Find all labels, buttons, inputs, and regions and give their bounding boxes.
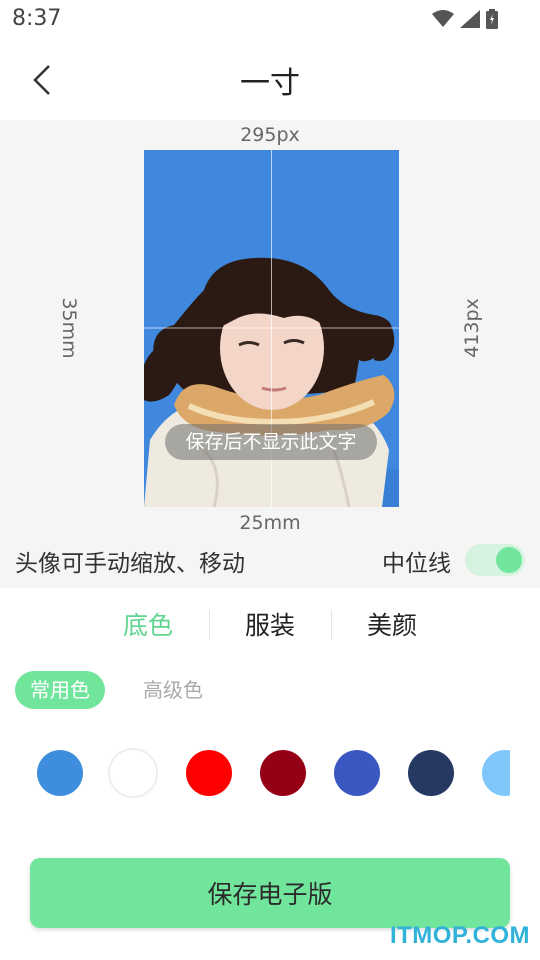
signal-icon [460, 10, 480, 28]
common-colors-tab[interactable]: 常用色 [15, 671, 105, 709]
advanced-colors-tab[interactable]: 高级色 [128, 671, 218, 709]
color-swatch[interactable] [260, 750, 306, 796]
height-mm-label: 35mm [58, 297, 80, 359]
width-px-label: 295px [240, 124, 300, 146]
status-time: 8:37 [12, 6, 62, 31]
tab-clothing[interactable]: 服装 [210, 606, 330, 642]
color-swatch[interactable] [482, 750, 510, 796]
toggle-knob [496, 547, 522, 573]
color-swatch[interactable] [408, 750, 454, 796]
battery-icon [486, 9, 498, 29]
tab-background-color[interactable]: 底色 [88, 606, 208, 642]
color-swatch[interactable] [334, 750, 380, 796]
photo-preview-area: 295px 35mm 413px 保存后不显示此文字 25mm 头像可手动缩放、… [0, 120, 540, 588]
width-mm-label: 25mm [239, 512, 301, 534]
brand-watermark: ITMOP.COM [389, 922, 530, 949]
save-electronic-button[interactable]: 保存电子版 [30, 858, 510, 928]
midline-label: 中位线 [382, 551, 451, 577]
color-swatch[interactable] [186, 750, 232, 796]
preview-controls-row: 头像可手动缩放、移动 中位线 [0, 540, 540, 584]
app-bar: 一寸 [0, 40, 540, 120]
status-icons [432, 9, 498, 29]
color-swatch-list [0, 746, 510, 800]
height-px-label: 413px [461, 298, 483, 358]
tab-beauty[interactable]: 美颜 [332, 606, 452, 642]
color-swatch[interactable] [108, 748, 158, 798]
zoom-move-hint: 头像可手动缩放、移动 [15, 551, 245, 577]
save-hint-overlay: 保存后不显示此文字 [165, 424, 377, 460]
color-group-tabs: 常用色 高级色 [0, 670, 540, 710]
wifi-icon [432, 10, 454, 27]
page-title: 一寸 [240, 66, 300, 101]
midline-toggle[interactable] [465, 544, 525, 576]
edit-tabs: 底色 服装 美颜 [0, 600, 540, 650]
status-bar: 8:37 [0, 0, 540, 40]
color-swatch[interactable] [37, 750, 83, 796]
id-photo[interactable]: 保存后不显示此文字 [144, 150, 399, 507]
